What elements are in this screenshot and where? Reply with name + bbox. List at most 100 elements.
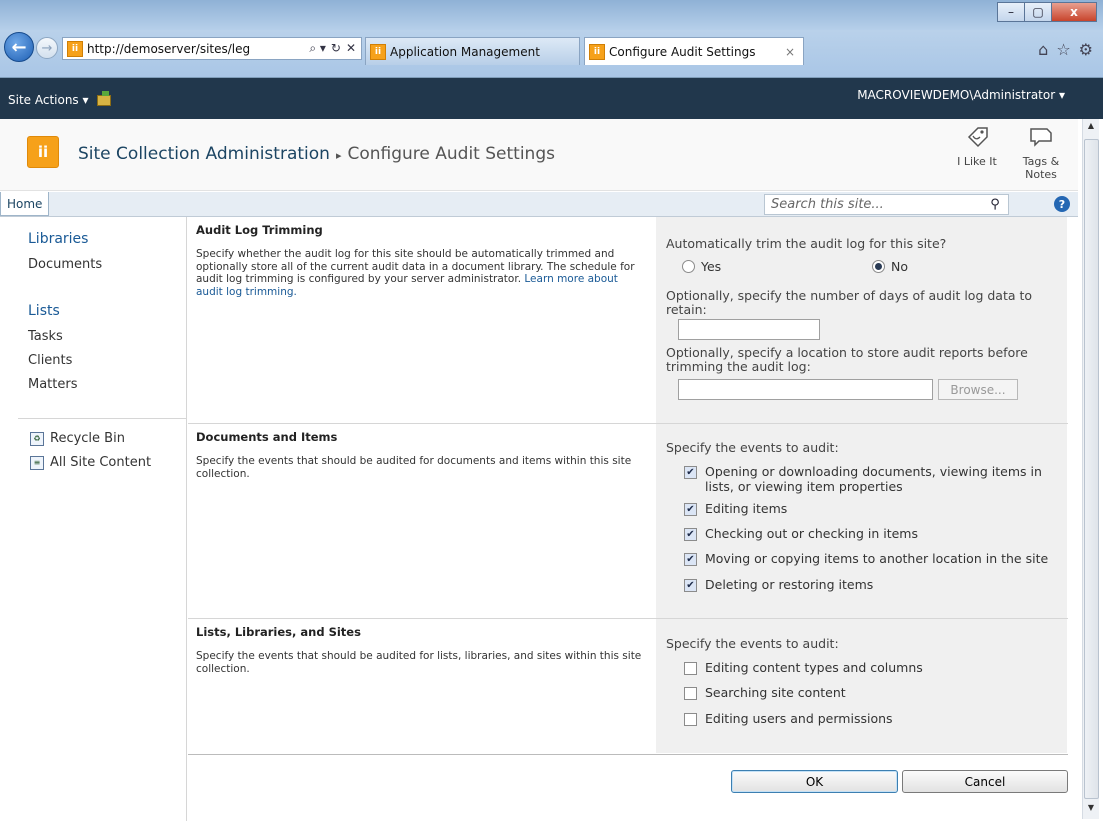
window-titlebar bbox=[0, 0, 1103, 30]
tags-notes-icon bbox=[1030, 128, 1052, 147]
tags-notes-button[interactable]: Tags & Notes bbox=[1016, 123, 1066, 181]
forward-button[interactable]: → bbox=[36, 37, 58, 59]
radio-yes-dot[interactable] bbox=[682, 260, 695, 273]
lists-section-info: Lists, Libraries, and Sites Specify the … bbox=[188, 619, 656, 753]
form-footer-divider bbox=[188, 754, 1068, 755]
forward-arrow-icon: → bbox=[41, 40, 53, 56]
ok-button[interactable]: OK bbox=[731, 770, 898, 793]
top-navigation: Home Search this site... ⚲ ? bbox=[0, 192, 1078, 217]
recycle-bin-icon: ♻ bbox=[30, 431, 44, 446]
recycle-bin-link[interactable]: ♻ Recycle Bin bbox=[30, 431, 125, 446]
tab-home[interactable]: Home bbox=[0, 192, 50, 216]
address-bar[interactable]: ii http://demoserver/sites/leg ⌕ ▾ ↻ ✕ bbox=[62, 37, 362, 60]
scroll-up-icon[interactable]: ▲ bbox=[1083, 121, 1099, 135]
back-button[interactable]: ← bbox=[4, 32, 34, 62]
ql-item-clients[interactable]: Clients bbox=[28, 353, 72, 368]
tab-application-management[interactable]: ii Application Management bbox=[365, 37, 580, 65]
user-menu[interactable]: MACROVIEWDEMO\Administrator ▾ bbox=[857, 88, 1065, 102]
window-controls: – ▢ x bbox=[997, 2, 1097, 22]
refresh-icon[interactable]: ↻ bbox=[331, 41, 341, 56]
trimming-section-controls: Automatically trim the audit log for thi… bbox=[656, 217, 1067, 423]
breadcrumb-root[interactable]: Site Collection Administration bbox=[78, 144, 330, 164]
tab-configure-audit-settings[interactable]: ii Configure Audit Settings × bbox=[584, 37, 804, 65]
address-url[interactable]: http://demoserver/sites/leg bbox=[87, 42, 304, 56]
ql-item-documents[interactable]: Documents bbox=[28, 257, 102, 272]
checkbox-editing-content-types[interactable]: Editing content types and columns bbox=[684, 660, 923, 675]
search-input[interactable]: Search this site... bbox=[764, 194, 1009, 215]
search-icon[interactable]: ⚲ bbox=[984, 195, 1006, 214]
radio-no-dot[interactable] bbox=[872, 260, 885, 273]
checkbox-label: Deleting or restoring items bbox=[705, 577, 874, 592]
checkbox-label: Searching site content bbox=[705, 685, 846, 700]
browser-chrome: – ▢ x ← → ii http://demoserver/sites/leg… bbox=[0, 0, 1103, 78]
checkbox-checked-icon[interactable]: ✔ bbox=[684, 528, 697, 541]
checkbox-checked-icon[interactable]: ✔ bbox=[684, 553, 697, 566]
checkbox-editing-items[interactable]: ✔ Editing items bbox=[684, 501, 787, 516]
location-input[interactable] bbox=[678, 379, 933, 400]
like-label: I Like It bbox=[957, 155, 997, 168]
settings-gear-icon[interactable]: ⚙ bbox=[1079, 40, 1093, 59]
ql-heading-libraries[interactable]: Libraries bbox=[28, 231, 88, 247]
browser-toolbar-icons: ⌂ ☆ ⚙ bbox=[1038, 40, 1093, 59]
main-content: Audit Log Trimming Specify whether the a… bbox=[188, 217, 1078, 821]
documents-description: Specify the events that should be audite… bbox=[196, 455, 632, 480]
quick-launch: Libraries Documents Lists Tasks Clients … bbox=[0, 217, 187, 821]
ql-divider bbox=[18, 418, 186, 419]
checkbox-checked-icon[interactable]: ✔ bbox=[684, 503, 697, 516]
radio-no-label: No bbox=[891, 259, 908, 274]
checkbox-opening-downloading[interactable]: ✔ Opening or downloading documents, viewi… bbox=[684, 464, 1054, 494]
checkbox-unchecked-icon[interactable] bbox=[684, 662, 697, 675]
favorites-star-icon[interactable]: ☆ bbox=[1056, 40, 1070, 59]
checkbox-label: Moving or copying items to another locat… bbox=[705, 551, 1049, 566]
checkbox-unchecked-icon[interactable] bbox=[684, 713, 697, 726]
days-retain-input[interactable] bbox=[678, 319, 820, 340]
checkbox-label: Editing users and permissions bbox=[705, 711, 893, 726]
ql-item-matters[interactable]: Matters bbox=[28, 377, 78, 392]
checkbox-label: Checking out or checking in items bbox=[705, 526, 918, 541]
search-dropdown-icon[interactable]: ⌕ ▾ bbox=[309, 41, 326, 56]
site-actions-menu[interactable]: Site Actions ▾ bbox=[8, 90, 111, 107]
trimming-description: Specify whether the audit log for this s… bbox=[196, 248, 646, 298]
navigate-up-icon[interactable] bbox=[96, 90, 111, 106]
recycle-bin-label: Recycle Bin bbox=[50, 431, 125, 446]
checkbox-checked-icon[interactable]: ✔ bbox=[684, 579, 697, 592]
help-icon[interactable]: ? bbox=[1054, 196, 1070, 212]
all-site-content-link[interactable]: ≡ All Site Content bbox=[30, 455, 151, 470]
tab-close-icon[interactable]: × bbox=[785, 45, 795, 59]
radio-yes[interactable]: Yes bbox=[682, 259, 721, 274]
all-site-content-label: All Site Content bbox=[50, 455, 152, 470]
i-like-it-button[interactable]: I Like It bbox=[952, 123, 1002, 168]
like-tag-icon bbox=[967, 127, 988, 148]
days-label: Optionally, specify the number of days o… bbox=[666, 288, 1033, 317]
radio-yes-label: Yes bbox=[701, 259, 722, 274]
page-title: Configure Audit Settings bbox=[347, 144, 555, 164]
browse-button[interactable]: Browse... bbox=[938, 379, 1018, 400]
checkbox-editing-users-permissions[interactable]: Editing users and permissions bbox=[684, 711, 893, 726]
checkbox-moving-copying[interactable]: ✔ Moving or copying items to another loca… bbox=[684, 551, 1048, 566]
lists-prompt: Specify the events to audit: bbox=[666, 636, 839, 651]
lists-description: Specify the events that should be audite… bbox=[196, 650, 642, 675]
minimize-button[interactable]: – bbox=[997, 2, 1025, 22]
checkbox-searching-site-content[interactable]: Searching site content bbox=[684, 685, 846, 700]
documents-section-info: Documents and Items Specify the events t… bbox=[188, 424, 656, 618]
scroll-down-icon[interactable]: ▼ bbox=[1083, 803, 1099, 817]
tags-label: Tags & Notes bbox=[1022, 155, 1060, 181]
tab-favicon: ii bbox=[589, 43, 605, 60]
stop-icon[interactable]: ✕ bbox=[346, 41, 356, 56]
maximize-button[interactable]: ▢ bbox=[1024, 2, 1052, 22]
cancel-button[interactable]: Cancel bbox=[902, 770, 1068, 793]
checkbox-unchecked-icon[interactable] bbox=[684, 687, 697, 700]
close-window-button[interactable]: x bbox=[1051, 2, 1097, 22]
ql-item-tasks[interactable]: Tasks bbox=[28, 329, 63, 344]
documents-title: Documents and Items bbox=[196, 430, 338, 444]
home-icon[interactable]: ⌂ bbox=[1038, 40, 1048, 59]
checkbox-deleting-restoring[interactable]: ✔ Deleting or restoring items bbox=[684, 577, 873, 592]
radio-no[interactable]: No bbox=[872, 259, 908, 274]
site-logo-icon[interactable]: ii bbox=[27, 136, 59, 168]
checkbox-checking-out[interactable]: ✔ Checking out or checking in items bbox=[684, 526, 918, 541]
ql-heading-lists[interactable]: Lists bbox=[28, 303, 60, 319]
vertical-scrollbar[interactable]: ▲ ▼ bbox=[1082, 119, 1099, 819]
site-actions-label[interactable]: Site Actions ▾ bbox=[8, 93, 89, 107]
scrollbar-thumb[interactable] bbox=[1084, 139, 1099, 799]
checkbox-checked-icon[interactable]: ✔ bbox=[684, 466, 697, 479]
